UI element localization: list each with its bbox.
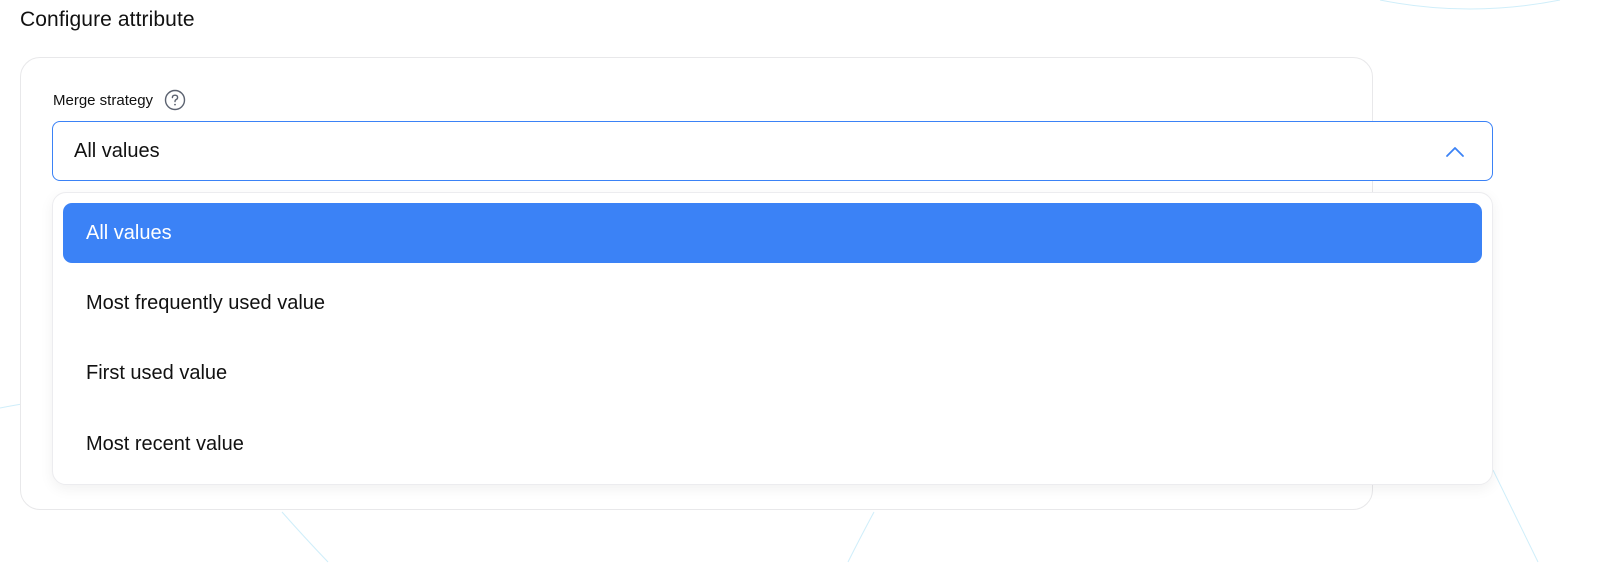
option-all-values[interactable]: All values [63, 203, 1482, 263]
merge-strategy-label-row: Merge strategy [53, 88, 186, 112]
select-value: All values [74, 140, 160, 162]
merge-strategy-select[interactable]: All values [52, 121, 1493, 181]
page-title: Configure attribute [20, 8, 195, 31]
question-circle-icon[interactable] [164, 89, 186, 111]
option-most-recent-value[interactable]: Most recent value [63, 414, 1482, 474]
merge-strategy-dropdown: All values Most frequently used value Fi… [52, 192, 1493, 485]
merge-strategy-label: Merge strategy [53, 91, 154, 109]
option-most-frequently-used-value[interactable]: Most frequently used value [63, 273, 1482, 333]
chevron-up-icon [1446, 147, 1464, 157]
option-first-used-value[interactable]: First used value [63, 343, 1482, 403]
